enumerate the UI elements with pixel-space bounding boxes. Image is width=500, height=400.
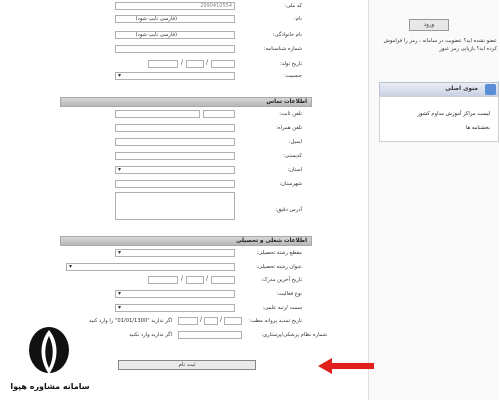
field-label: عنوان رشته تحصیلی:	[256, 264, 302, 270]
activity-select[interactable]	[115, 290, 235, 298]
national-code-label: کد ملی:	[284, 3, 302, 9]
job-section-header: اطلاعات شغلی و تحصیلی	[60, 236, 312, 246]
registration-page: ورود عضو نشده اید؟ عضویت در سامانه ، رمز…	[0, 0, 500, 400]
renew-hint: اگر ندارید "01/01/1300" را وارد کنید	[88, 318, 172, 324]
job-section-title: اطلاعات شغلی و تحصیلی	[236, 238, 307, 244]
rank-label: سمت /رتبه علمی:	[262, 305, 302, 311]
date-separator: /	[200, 316, 203, 323]
issue-day-input[interactable]	[211, 276, 235, 284]
degree-label: مقطع رشته تحصیلی:	[256, 250, 302, 256]
phone-label: تلفن ثابت:	[279, 111, 302, 117]
login-note[interactable]: عضو نشده اید؟ عضویت در سامانه ، رمز را ف…	[375, 38, 497, 53]
brand-name: سامانه مشاوره هپوا	[10, 382, 90, 391]
renew-year-input[interactable]	[178, 317, 198, 325]
birth-label: تاریخ تولد:	[279, 61, 302, 67]
postal-code-input[interactable]	[115, 152, 235, 160]
date-separator: /	[181, 275, 184, 282]
province-select[interactable]	[115, 166, 235, 174]
city-label: شهرستان:	[279, 181, 302, 187]
mobile-input[interactable]	[115, 124, 235, 132]
contact-section-header: اطلاعات تماس	[60, 97, 312, 107]
date-separator: /	[181, 59, 184, 66]
renew-month-input[interactable]	[204, 317, 218, 325]
rank-select[interactable]	[115, 304, 235, 312]
medical-number-input[interactable]	[178, 331, 242, 339]
issue-year-input[interactable]	[148, 276, 178, 284]
main-menu: لیست مراکز آموزش مداوم کشور بخشنامه ها	[379, 96, 499, 142]
menu-link-centers[interactable]: لیست مراکز آموزش مداوم کشور	[417, 111, 490, 117]
province-label: استان:	[287, 167, 303, 173]
family-hint: (فارسی تایپ شود)	[135, 32, 177, 38]
email-input[interactable]	[115, 138, 235, 146]
gender-select[interactable]	[115, 72, 235, 80]
postal-code-label: کدپستی:	[283, 153, 302, 159]
brand-logo: سامانه مشاوره هپوا	[6, 326, 94, 398]
contact-section-title: اطلاعات تماس	[266, 99, 307, 105]
sidebar: ورود عضو نشده اید؟ عضویت در سامانه ، رمز…	[368, 0, 499, 400]
activity-label: نوع فعالیت:	[276, 291, 302, 297]
id-number-input[interactable]	[115, 45, 235, 53]
renew-day-input[interactable]	[224, 317, 242, 325]
family-label: نام خانوادگی:	[272, 32, 302, 38]
field-select[interactable]	[66, 263, 235, 271]
email-label: ایمیل:	[288, 139, 302, 145]
issue-month-input[interactable]	[186, 276, 204, 284]
pointer-arrow-icon	[318, 358, 374, 374]
date-separator: /	[220, 316, 223, 323]
address-textarea[interactable]	[115, 192, 235, 220]
date-separator: /	[206, 59, 209, 66]
date-separator: /	[206, 275, 209, 282]
medical-hint: اگر ندارید وارد نکنید	[129, 332, 172, 338]
phone-area-input[interactable]	[203, 110, 235, 118]
login-button[interactable]: ورود	[409, 19, 449, 31]
submit-button[interactable]: ثبت نام	[118, 360, 256, 370]
city-input[interactable]	[115, 180, 235, 188]
mobile-label: تلفن همراه:	[276, 125, 302, 131]
registration-form: 2990410554 کد ملی: (فارسی تایپ شود) نام:…	[60, 0, 374, 400]
quill-logo-icon	[29, 327, 69, 374]
main-menu-title: منوی اصلی	[445, 86, 478, 92]
main-menu-header: منوی اصلی	[379, 82, 499, 97]
menu-link-circulars[interactable]: بخشنامه ها	[466, 125, 490, 131]
national-code-input[interactable]: 2990410554	[115, 2, 235, 10]
gender-label: جنسیت:	[284, 73, 302, 79]
renew-label: تاریخ تمدید پروانه مطب:	[249, 318, 302, 324]
name-label: نام:	[294, 16, 302, 22]
issue-label: تاریخ آخرین مدرک:	[261, 277, 302, 283]
phone-input[interactable]	[115, 110, 200, 118]
degree-select[interactable]	[115, 249, 235, 257]
id-number-label: شماره شناسنامه:	[263, 46, 302, 52]
birth-day-input[interactable]	[211, 60, 235, 68]
birth-year-input[interactable]	[148, 60, 178, 68]
name-hint: (فارسی تایپ شود)	[135, 16, 177, 22]
address-label: آدرس دقیق:	[275, 207, 302, 213]
medical-number-label: شماره نظام پزشکی/پرستاری:	[261, 332, 327, 338]
menu-icon	[485, 84, 496, 95]
birth-month-input[interactable]	[186, 60, 204, 68]
